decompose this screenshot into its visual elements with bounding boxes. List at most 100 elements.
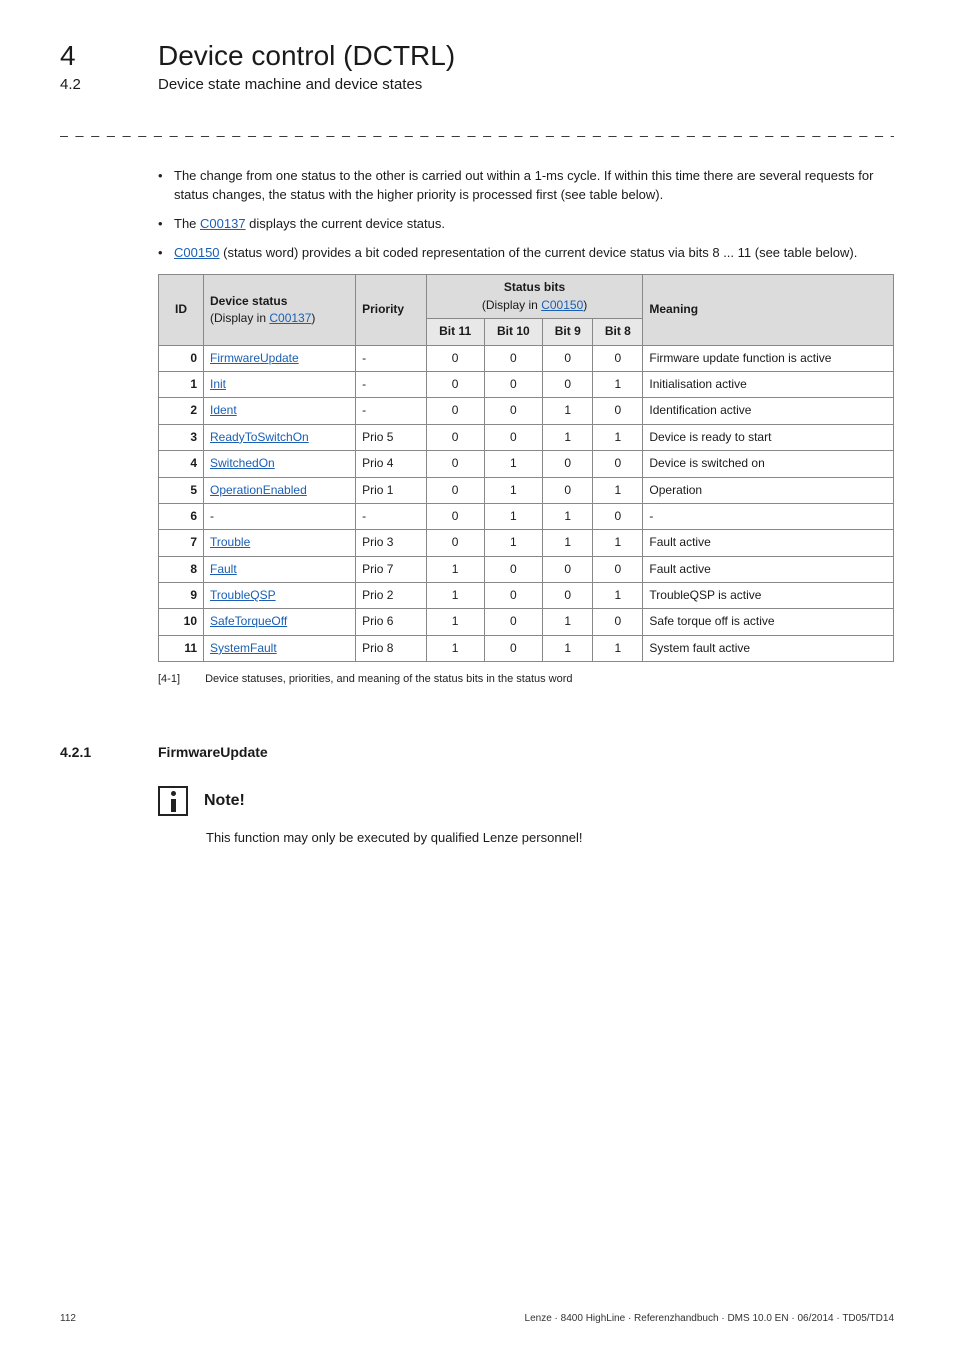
cell-bit: 0 <box>484 345 543 371</box>
status-link[interactable]: Init <box>210 377 226 391</box>
table-row: 10SafeTorqueOffPrio 61010Safe torque off… <box>159 609 894 635</box>
cell-status: FirmwareUpdate <box>204 345 356 371</box>
status-link[interactable]: SwitchedOn <box>210 456 275 470</box>
cell-bit: 0 <box>484 398 543 424</box>
code-link-c00137[interactable]: C00137 <box>200 216 246 231</box>
section-title: Device state machine and device states <box>158 76 422 93</box>
cell-meaning: Fault active <box>643 530 894 556</box>
th-device-status-label: Device status <box>210 294 287 308</box>
bullet-text: The change from one status to the other … <box>174 168 873 202</box>
th-bit8: Bit 8 <box>593 319 643 345</box>
cell-id: 9 <box>159 583 204 609</box>
cell-meaning: Firmware update function is active <box>643 345 894 371</box>
th-status-bits-sub: (Display in C00150) <box>482 298 587 312</box>
cell-bit: 0 <box>543 345 593 371</box>
bullet-text-pre: The <box>174 216 200 231</box>
cell-status: Init <box>204 371 356 397</box>
section-number: 4.2 <box>60 76 130 93</box>
status-link[interactable]: Ident <box>210 403 237 417</box>
status-link[interactable]: Trouble <box>210 535 250 549</box>
cell-priority: Prio 5 <box>356 424 427 450</box>
caption-tag: [4-1] <box>158 672 202 688</box>
cell-status: TroubleQSP <box>204 583 356 609</box>
table-row: 1Init-0001Initialisation active <box>159 371 894 397</box>
note-text: This function may only be executed by qu… <box>206 830 894 845</box>
table-row: 3ReadyToSwitchOnPrio 50011Device is read… <box>159 424 894 450</box>
cell-bit: 1 <box>543 609 593 635</box>
note-label: Note! <box>204 792 245 810</box>
table-row: 7TroublePrio 30111Fault active <box>159 530 894 556</box>
cell-meaning: Device is ready to start <box>643 424 894 450</box>
th-device-status-sub: (Display in C00137) <box>210 311 315 325</box>
bullet-item: The C00137 displays the current device s… <box>158 215 894 234</box>
th-sb-sub-pre: (Display in <box>482 298 541 312</box>
cell-bit: 0 <box>484 371 543 397</box>
cell-bit: 0 <box>426 371 484 397</box>
status-link[interactable]: Fault <box>210 562 237 576</box>
cell-bit: 1 <box>543 398 593 424</box>
cell-bit: 0 <box>593 398 643 424</box>
cell-meaning: Initialisation active <box>643 371 894 397</box>
cell-bit: 1 <box>593 635 643 661</box>
cell-bit: 0 <box>484 424 543 450</box>
cell-bit: 1 <box>543 424 593 450</box>
cell-id: 0 <box>159 345 204 371</box>
cell-bit: 0 <box>484 635 543 661</box>
cell-bit: 0 <box>593 345 643 371</box>
cell-status: SafeTorqueOff <box>204 609 356 635</box>
status-link[interactable]: OperationEnabled <box>210 483 307 497</box>
cell-bit: 0 <box>426 398 484 424</box>
th-sub-pre: (Display in <box>210 311 269 325</box>
cell-bit: 1 <box>426 635 484 661</box>
th-status-bits: Status bits (Display in C00150) <box>426 275 643 319</box>
cell-id: 1 <box>159 371 204 397</box>
cell-priority: Prio 6 <box>356 609 427 635</box>
status-link[interactable]: SafeTorqueOff <box>210 614 287 628</box>
cell-bit: 0 <box>543 371 593 397</box>
cell-bit: 1 <box>593 583 643 609</box>
subsection-number: 4.2.1 <box>60 744 130 760</box>
status-link[interactable]: TroubleQSP <box>210 588 276 602</box>
footer-right-text: Lenze · 8400 HighLine · Referenzhandbuch… <box>525 1313 894 1324</box>
cell-meaning: Safe torque off is active <box>643 609 894 635</box>
cell-bit: 1 <box>543 503 593 529</box>
status-link[interactable]: FirmwareUpdate <box>210 351 299 365</box>
cell-bit: 0 <box>593 451 643 477</box>
code-link-c00150-th[interactable]: C00150 <box>541 298 583 312</box>
cell-bit: 1 <box>484 530 543 556</box>
th-bit9: Bit 9 <box>543 319 593 345</box>
separator-dashes: _ _ _ _ _ _ _ _ _ _ _ _ _ _ _ _ _ _ _ _ … <box>60 121 894 137</box>
cell-bit: 0 <box>593 556 643 582</box>
cell-priority: Prio 4 <box>356 451 427 477</box>
cell-bit: 1 <box>484 503 543 529</box>
cell-bit: 1 <box>426 583 484 609</box>
cell-bit: 1 <box>593 371 643 397</box>
code-link-c00137-th[interactable]: C00137 <box>269 311 311 325</box>
status-table: ID Device status (Display in C00137) Pri… <box>158 274 894 662</box>
cell-status: Ident <box>204 398 356 424</box>
code-link-c00150[interactable]: C00150 <box>174 245 220 260</box>
status-link[interactable]: ReadyToSwitchOn <box>210 430 309 444</box>
cell-bit: 0 <box>593 503 643 529</box>
bullet-text-post: (status word) provides a bit coded repre… <box>220 245 858 260</box>
cell-priority: Prio 1 <box>356 477 427 503</box>
cell-status: ReadyToSwitchOn <box>204 424 356 450</box>
cell-bit: 0 <box>543 451 593 477</box>
cell-bit: 0 <box>593 609 643 635</box>
cell-meaning: TroubleQSP is active <box>643 583 894 609</box>
cell-bit: 0 <box>484 609 543 635</box>
cell-bit: 0 <box>543 477 593 503</box>
cell-priority: - <box>356 398 427 424</box>
cell-bit: 0 <box>426 345 484 371</box>
table-caption: [4-1] Device statuses, priorities, and m… <box>158 672 894 688</box>
table-row: 4SwitchedOnPrio 40100Device is switched … <box>159 451 894 477</box>
bullet-item: The change from one status to the other … <box>158 167 894 205</box>
cell-priority: Prio 7 <box>356 556 427 582</box>
cell-priority: - <box>356 371 427 397</box>
cell-priority: Prio 2 <box>356 583 427 609</box>
cell-id: 5 <box>159 477 204 503</box>
cell-status: - <box>204 503 356 529</box>
status-link[interactable]: SystemFault <box>210 641 277 655</box>
cell-bit: 0 <box>426 451 484 477</box>
th-bit11: Bit 11 <box>426 319 484 345</box>
